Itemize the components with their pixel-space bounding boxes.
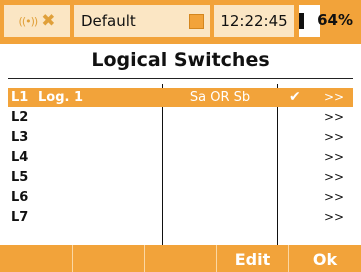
page-title: Logical Switches <box>91 49 270 71</box>
x-icon: ✖ <box>41 11 56 31</box>
battery-percent: 64% <box>317 11 353 29</box>
logical-switch-list: L1 Log. 1 Sa OR Sb ✔ >> L2 >> L3 >> L4 >> L5 >> L6 >> L… <box>8 84 353 245</box>
logical-switch-row-l2[interactable]: L2 >> <box>8 108 353 127</box>
title-divider <box>8 78 353 79</box>
open-detail-arrow: >> <box>323 210 345 224</box>
open-detail-arrow: >> <box>323 190 345 204</box>
model-name: Default <box>81 12 136 30</box>
status-bar: ((•)) ✖ Default 12:22:45 64% <box>0 0 361 44</box>
signal-waves-icon: ((•)) <box>18 14 39 28</box>
logical-switch-row-l3[interactable]: L3 >> <box>8 128 353 147</box>
open-detail-arrow: >> <box>323 110 345 124</box>
logical-switch-row-l5[interactable]: L5 >> <box>8 168 353 187</box>
logical-switch-row-l1[interactable]: L1 Log. 1 Sa OR Sb ✔ >> <box>8 88 353 107</box>
switch-condition <box>164 148 276 167</box>
open-detail-arrow: >> <box>323 150 345 164</box>
switch-condition <box>164 128 276 147</box>
switch-id: L2 <box>11 110 29 125</box>
switch-id: L5 <box>11 170 29 185</box>
ok-button[interactable]: Ok <box>288 245 361 272</box>
logical-switch-row-l6[interactable]: L6 >> <box>8 188 353 207</box>
clock-time: 12:22:45 <box>220 12 288 30</box>
logical-switch-row-l7[interactable]: L7 >> <box>8 208 353 227</box>
switch-id: L6 <box>11 190 29 205</box>
switch-name: Log. 1 <box>38 90 84 105</box>
switch-condition <box>164 168 276 187</box>
softkey-3[interactable] <box>144 245 216 272</box>
softkey-bar: Edit Ok <box>0 245 361 272</box>
open-detail-arrow: >> <box>323 90 345 104</box>
switch-condition: Sa OR Sb <box>189 90 251 105</box>
softkey-2[interactable] <box>72 245 144 272</box>
status-square-icon <box>189 14 204 29</box>
switch-id: L3 <box>11 130 29 145</box>
battery-icon: 64% <box>299 5 357 37</box>
switch-id: L4 <box>11 150 29 165</box>
clock-box: 12:22:45 <box>214 5 294 37</box>
switch-condition <box>164 188 276 207</box>
battery-terminal <box>299 13 304 29</box>
open-detail-arrow: >> <box>323 170 345 184</box>
telemetry-status: ((•)) ✖ <box>4 5 70 37</box>
open-detail-arrow: >> <box>323 130 345 144</box>
active-check-icon: ✔ <box>289 89 301 105</box>
switch-id: L7 <box>11 210 29 225</box>
softkey-1[interactable] <box>0 245 72 272</box>
logical-switches-screen: ((•)) ✖ Default 12:22:45 64% Logical Swi… <box>0 0 361 272</box>
switch-condition <box>164 108 276 127</box>
logical-switch-row-l4[interactable]: L4 >> <box>8 148 353 167</box>
switch-id: L1 <box>11 90 29 105</box>
switch-condition <box>164 208 276 227</box>
edit-button[interactable]: Edit <box>216 245 288 272</box>
